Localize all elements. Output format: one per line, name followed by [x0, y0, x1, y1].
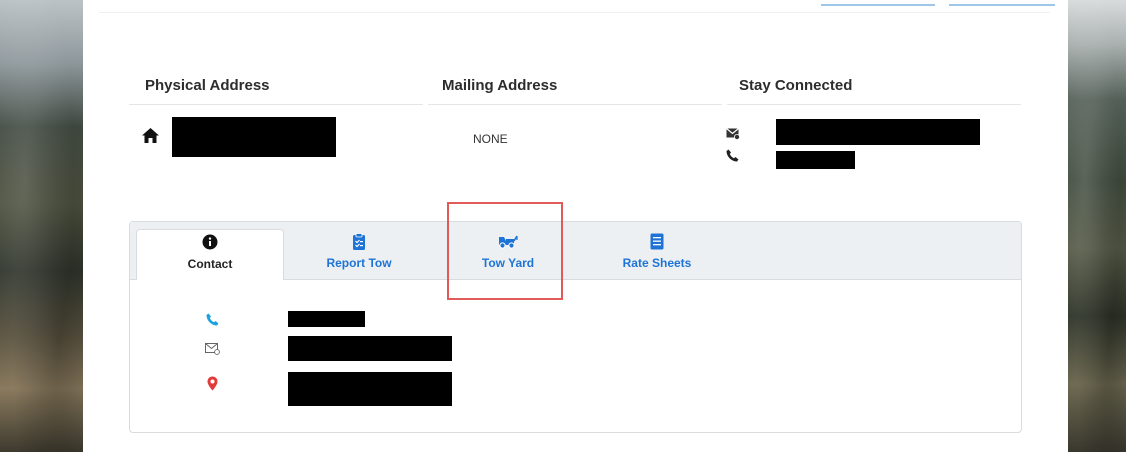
tab-tow-yard[interactable]: Tow Yard: [434, 229, 582, 279]
background-image-right: [1068, 0, 1126, 452]
location-pin-icon: [207, 376, 218, 391]
stay-connected-title: Stay Connected: [739, 77, 853, 94]
background-image-left: [0, 0, 83, 452]
envelope-icon: [726, 128, 740, 140]
mailing-address-title: Mailing Address: [442, 77, 558, 94]
stay-connected-divider: [727, 104, 1021, 105]
physical-address-title: Physical Address: [145, 77, 270, 94]
tab-report-tow[interactable]: Report Tow: [285, 229, 433, 279]
phone-icon: [206, 313, 219, 326]
contact-address-redacted: [288, 372, 452, 406]
tab-bar: Contact Report Tow Tow Yard Rate Sheets: [130, 222, 1021, 280]
email-redacted: [776, 119, 980, 145]
tab-contact[interactable]: Contact: [136, 229, 284, 280]
document-list-icon: [650, 233, 664, 250]
home-icon: [142, 128, 159, 143]
envelope-icon: [205, 343, 220, 355]
phone-icon: [726, 149, 739, 162]
tab-report-tow-label: Report Tow: [326, 256, 392, 270]
contact-phone-redacted: [288, 311, 365, 327]
contact-email-redacted: [288, 336, 452, 361]
tab-contact-label: Contact: [187, 257, 233, 271]
mailing-address-value: NONE: [473, 132, 508, 146]
mailing-address-divider: [428, 104, 722, 105]
top-divider: [99, 12, 1050, 13]
info-circle-icon: [202, 234, 218, 250]
tab-rate-sheets-label: Rate Sheets: [622, 256, 692, 270]
tab-rate-sheets[interactable]: Rate Sheets: [583, 229, 731, 279]
physical-address-redacted: [172, 117, 336, 157]
top-action-button-1[interactable]: [821, 0, 935, 6]
phone-redacted: [776, 151, 855, 169]
contact-card: Contact Report Tow Tow Yard Rate Sheets: [129, 221, 1022, 433]
top-action-button-2[interactable]: [949, 0, 1055, 6]
tow-truck-icon: [499, 235, 518, 249]
tab-tow-yard-label: Tow Yard: [481, 256, 535, 270]
clipboard-icon: [353, 233, 365, 250]
physical-address-divider: [129, 104, 423, 105]
content-panel: Physical Address Mailing Address NONE St…: [83, 0, 1068, 452]
